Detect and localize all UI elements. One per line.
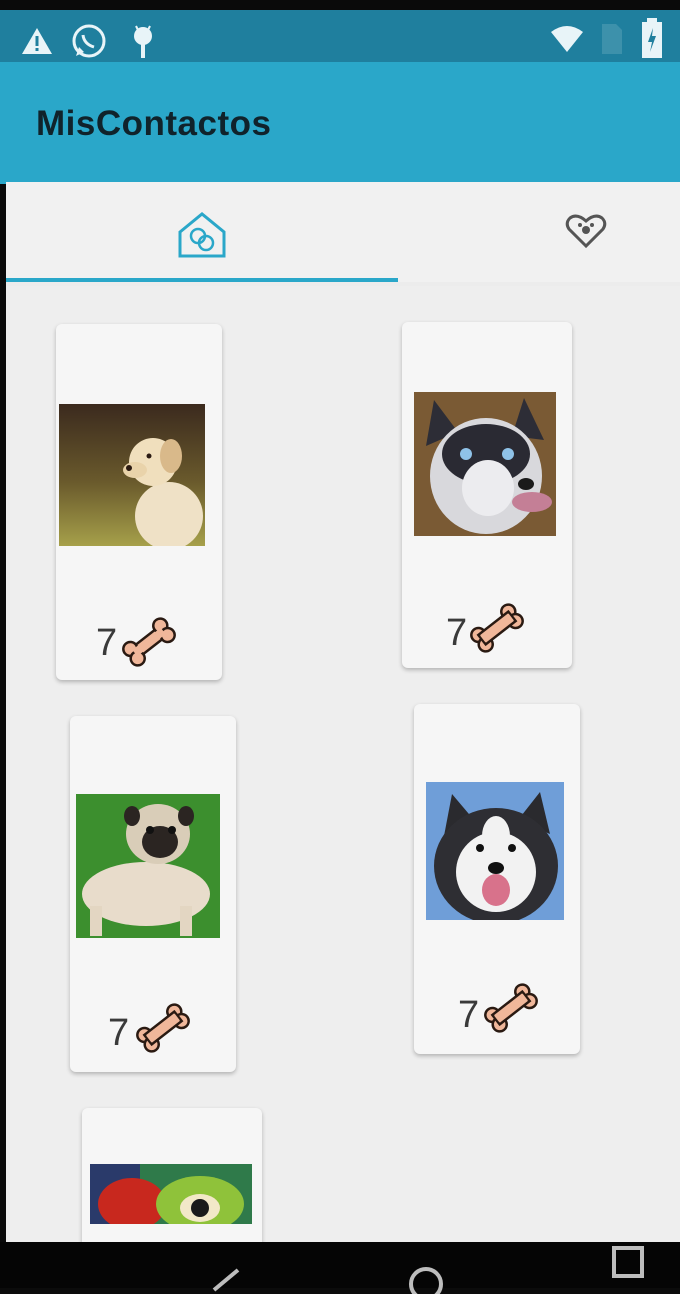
tab-favorites[interactable]	[398, 182, 680, 282]
malamute-photo	[426, 782, 564, 920]
whatsapp-icon	[72, 24, 106, 58]
bone-icon[interactable]	[480, 980, 542, 1036]
pet-list[interactable]: 7 7 7 7	[6, 286, 680, 1242]
back-icon[interactable]	[208, 1268, 242, 1292]
pet-card[interactable]: 7	[70, 716, 236, 1072]
phone-screen: MisContactos 7 7 7 7	[0, 0, 680, 1294]
bone-icon[interactable]	[466, 600, 528, 656]
pug-photo	[76, 794, 220, 938]
pet-card[interactable]	[82, 1108, 262, 1242]
likes-count: 7	[446, 612, 468, 654]
bone-icon[interactable]	[132, 1000, 194, 1056]
dog-house-icon	[178, 212, 226, 258]
battery-icon	[642, 18, 662, 58]
navigation-bar	[0, 1242, 680, 1294]
wifi-icon	[551, 26, 583, 52]
pet-card[interactable]: 7	[414, 704, 580, 1054]
labrador-photo	[59, 404, 205, 546]
tab-bar	[6, 182, 680, 282]
app-title: MisContactos	[36, 104, 272, 143]
bone-icon[interactable]	[118, 614, 180, 670]
warning-icon	[22, 28, 52, 54]
likes-count: 7	[108, 1012, 130, 1054]
tab-indicator	[6, 278, 398, 282]
pet-card[interactable]: 7	[56, 324, 222, 680]
recents-icon[interactable]	[610, 1244, 646, 1280]
likes-count: 7	[96, 622, 118, 664]
sim-icon	[602, 24, 622, 54]
status-bar	[0, 10, 680, 66]
pet-card[interactable]: 7	[402, 322, 572, 668]
tab-home[interactable]	[6, 182, 398, 282]
husky-photo	[414, 392, 556, 536]
likes-count: 7	[458, 994, 480, 1036]
parrot-photo	[90, 1164, 252, 1224]
home-icon[interactable]	[406, 1264, 446, 1294]
android-icon	[134, 25, 152, 58]
heart-paw-icon	[565, 214, 607, 249]
